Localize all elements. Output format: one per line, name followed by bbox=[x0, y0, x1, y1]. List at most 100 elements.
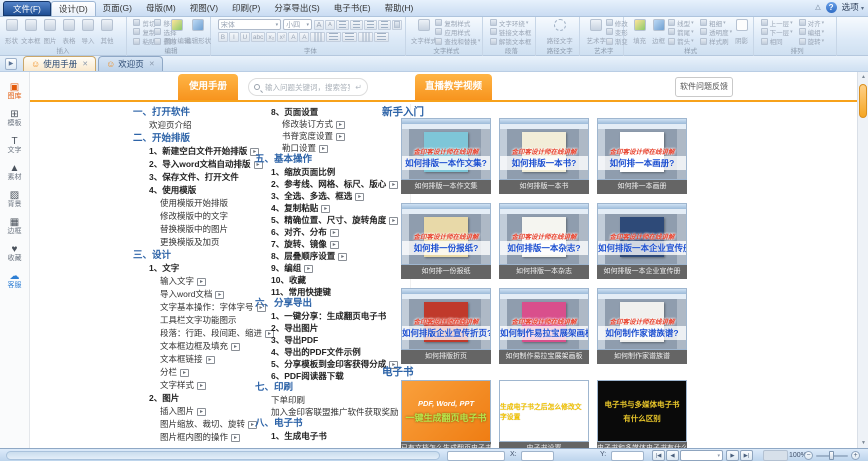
toc-item[interactable]: 6、对齐、分布▸ bbox=[255, 226, 415, 238]
toc-item[interactable]: 4、复制粘贴▸ bbox=[255, 202, 415, 214]
menu-item[interactable]: 印刷(P) bbox=[225, 1, 267, 16]
clear-format-icon[interactable] bbox=[374, 32, 389, 42]
style-tool-button[interactable]: 线型 ▾ bbox=[668, 18, 700, 27]
toc-item[interactable]: 4、导出的PDF文件示例▸ bbox=[255, 346, 415, 358]
edit-tool-button[interactable]: 剪切 bbox=[133, 18, 154, 27]
video-badge-icon[interactable]: ▸ bbox=[336, 121, 345, 129]
video-badge-icon[interactable]: ▸ bbox=[336, 133, 345, 141]
close-icon[interactable]: ✕ bbox=[82, 60, 88, 68]
art-text-button[interactable]: 艺术字 bbox=[587, 18, 606, 46]
ribbon-insert-button[interactable]: 文本框 bbox=[21, 18, 41, 46]
ribbon-insert-button[interactable]: 其他 bbox=[98, 18, 117, 46]
font-format-button[interactable]: x₂ bbox=[266, 32, 276, 42]
menu-item[interactable]: 电子书(E) bbox=[327, 1, 378, 16]
document-tab[interactable]: ☺ 欢迎页 ✕ bbox=[98, 56, 163, 71]
video-badge-icon[interactable]: ▸ bbox=[330, 229, 339, 237]
horizontal-scrollbar[interactable] bbox=[6, 451, 440, 460]
search-input[interactable] bbox=[263, 82, 352, 93]
text-style-button[interactable]: 文字样式 bbox=[412, 18, 435, 46]
edit-tool-button[interactable]: 复制 bbox=[133, 27, 154, 36]
ribbon-insert-button[interactable]: 表格 bbox=[60, 18, 79, 46]
align-justify-icon[interactable] bbox=[378, 20, 391, 30]
align-left-icon[interactable] bbox=[336, 20, 349, 30]
vertical-scrollbar[interactable]: ▲ ▼ bbox=[857, 72, 868, 448]
video-badge-icon[interactable]: ▸ bbox=[389, 217, 398, 225]
manual-tab-button[interactable]: 使用手册 bbox=[178, 74, 238, 100]
toc-item[interactable]: 1、缩放页面比例▸ bbox=[255, 166, 415, 178]
shadow-button[interactable]: 阴影 bbox=[732, 18, 751, 46]
video-badge-icon[interactable]: ▸ bbox=[197, 382, 206, 390]
ribbon-insert-button[interactable]: 导入 bbox=[79, 18, 98, 46]
sidebar-item[interactable]: ▲ 素材 bbox=[0, 159, 29, 186]
grow-font-button[interactable]: A bbox=[314, 20, 324, 30]
align-center-icon[interactable] bbox=[350, 20, 363, 30]
sidebar-item[interactable]: ☁ 客服 bbox=[0, 267, 29, 294]
next-page-button[interactable]: ▶ bbox=[726, 450, 739, 461]
video-card[interactable]: 金印客设计师在线讲解 如何排版企业宣传折页? 如何排版折页 bbox=[401, 288, 491, 364]
toc-item[interactable]: 10、收藏▸ bbox=[255, 274, 415, 286]
art-text-tool-button[interactable]: 渐变 bbox=[606, 37, 628, 46]
video-badge-icon[interactable]: ▸ bbox=[215, 291, 224, 299]
text-style-tool-button[interactable]: 查找和替换 ▾ bbox=[435, 37, 480, 46]
toc-item[interactable]: 7、旋转、镜像▸ bbox=[255, 238, 415, 250]
close-icon[interactable]: ✕ bbox=[149, 60, 155, 68]
video-badge-icon[interactable]: ▸ bbox=[180, 369, 189, 377]
video-badge-icon[interactable]: ▸ bbox=[304, 265, 313, 273]
video-badge-icon[interactable]: ▸ bbox=[197, 278, 206, 286]
style-tool-button[interactable]: 箭头 ▾ bbox=[668, 37, 700, 46]
video-card[interactable]: 金印客设计师在线讲解 如何排版一本书? 如何排版一本书 bbox=[499, 118, 589, 194]
scroll-up-icon[interactable]: ▲ bbox=[858, 72, 868, 82]
menu-item[interactable]: 视图(V) bbox=[183, 1, 225, 16]
video-card[interactable]: 生成电子书之后怎么修改文字设置 电子书设置 bbox=[499, 380, 589, 448]
video-badge-icon[interactable]: ▸ bbox=[206, 356, 215, 364]
ribbon-insert-button[interactable]: 图片 bbox=[41, 18, 60, 46]
toc-item[interactable]: 1、生成电子书▸ bbox=[255, 430, 415, 442]
font-format-button[interactable]: A bbox=[299, 32, 309, 42]
fill-button[interactable]: 填充 bbox=[630, 18, 649, 46]
video-badge-icon[interactable]: ▸ bbox=[338, 253, 347, 261]
sidebar-item[interactable]: ▨ 背景 bbox=[0, 186, 29, 213]
last-page-button[interactable]: ▶| bbox=[740, 450, 753, 461]
arrange-tool-button[interactable]: 编组 ▾ bbox=[799, 27, 837, 36]
video-badge-icon[interactable]: ▸ bbox=[389, 181, 398, 189]
ribbon-insert-button[interactable]: 形状 bbox=[2, 18, 21, 46]
video-badge-icon[interactable]: ▸ bbox=[197, 408, 206, 416]
text-style-tool-button[interactable]: 应用样式 ▾ bbox=[435, 27, 480, 36]
toc-item[interactable]: 修改装订方式▸ bbox=[255, 118, 415, 130]
toc-item[interactable]: 加入金印客联盟推广软件获取奖励▸ bbox=[255, 406, 415, 418]
collapse-ribbon-icon[interactable]: △ bbox=[815, 3, 820, 11]
style-tool-button[interactable]: 粗细 ▾ bbox=[700, 18, 732, 27]
document-tab[interactable]: ☺ 使用手册 ✕ bbox=[23, 56, 96, 71]
toc-item[interactable]: 下单印刷▸ bbox=[255, 394, 415, 406]
arrange-tool-button[interactable]: 旋转 ▾ bbox=[799, 37, 837, 46]
menu-item[interactable]: 分享导出(S) bbox=[267, 1, 326, 16]
toc-item[interactable]: 五、基本操作▸ bbox=[255, 154, 415, 166]
video-badge-icon[interactable]: ▸ bbox=[330, 241, 339, 249]
toc-item[interactable]: 2、参考线、网格、标尺、版心▸ bbox=[255, 178, 415, 190]
font-format-button[interactable]: abc bbox=[251, 32, 265, 42]
toc-item[interactable]: 5、精确位置、尺寸、旋转角度▸ bbox=[255, 214, 415, 226]
page-select[interactable]: ▾ bbox=[680, 450, 723, 461]
sidebar-item[interactable]: ▦ 边框 bbox=[0, 213, 29, 240]
toc-item[interactable]: 书脊宽度设置▸ bbox=[255, 130, 415, 142]
toc-item[interactable]: 9、编组▸ bbox=[255, 262, 415, 274]
path-text-button[interactable]: 路径文字 bbox=[547, 18, 573, 46]
font-size-select[interactable]: 小四▾ bbox=[283, 19, 312, 30]
toc-item[interactable]: 1、一键分享：生成翻页电子书▸ bbox=[255, 310, 415, 322]
toc-item[interactable]: 七、印刷▸ bbox=[255, 382, 415, 394]
border-button[interactable]: 边框 bbox=[649, 18, 668, 46]
toc-item[interactable]: 勒口设置▸ bbox=[255, 142, 415, 154]
first-page-button[interactable]: |◀ bbox=[652, 450, 665, 461]
menu-item[interactable]: 页面(G) bbox=[96, 1, 139, 16]
video-badge-icon[interactable]: ▸ bbox=[231, 343, 240, 351]
enter-icon[interactable]: ↵ bbox=[355, 83, 362, 92]
menu-item[interactable]: 帮助(H) bbox=[378, 1, 421, 16]
text-style-tool-button[interactable]: 复制样式 ▾ bbox=[435, 18, 480, 27]
art-text-tool-button[interactable]: 修改 bbox=[606, 18, 628, 27]
arrange-tool-button[interactable]: 相同 ▾ bbox=[761, 37, 799, 46]
font-format-button[interactable]: I bbox=[229, 32, 239, 42]
help-icon[interactable]: ? bbox=[826, 2, 837, 13]
video-card[interactable]: 金印客设计师在线讲解 如何制作家谱族谱? 如何制作家谱族谱 bbox=[597, 288, 687, 364]
font-family-select[interactable]: 宋体▾ bbox=[218, 19, 281, 30]
sidebar-item[interactable]: ♥ 收藏 bbox=[0, 240, 29, 267]
